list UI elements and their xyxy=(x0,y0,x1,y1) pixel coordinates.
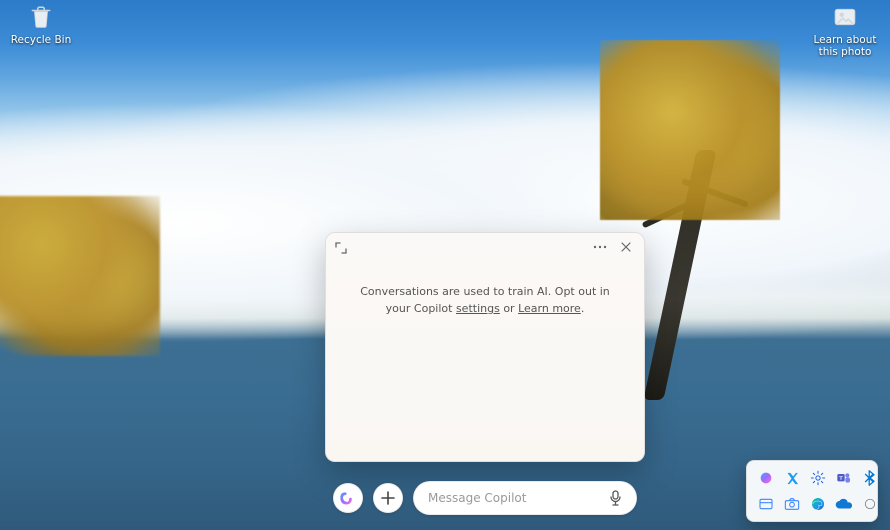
desktop: Recycle Bin Learn about this photo xyxy=(0,0,890,530)
mic-icon xyxy=(609,490,622,506)
expand-button[interactable] xyxy=(332,239,350,257)
wallpaper-tree-left xyxy=(0,196,160,356)
mic-button[interactable] xyxy=(604,487,626,509)
ellipsis-icon xyxy=(593,245,607,249)
tray-settings-icon[interactable] xyxy=(809,469,827,487)
tray-camera-icon[interactable] xyxy=(783,495,801,513)
message-input-container xyxy=(413,481,637,515)
notice-text-2: or xyxy=(500,302,518,315)
notice-text-3: . xyxy=(581,302,585,315)
new-topic-button[interactable] xyxy=(373,483,403,513)
message-input[interactable] xyxy=(428,491,604,505)
settings-link[interactable]: settings xyxy=(456,302,500,315)
close-button[interactable] xyxy=(614,237,638,257)
expand-icon xyxy=(335,242,347,254)
copilot-logo-button[interactable] xyxy=(333,483,363,513)
learn-about-photo-label: Learn about this photo xyxy=(806,34,884,58)
learn-more-link[interactable]: Learn more xyxy=(518,302,581,315)
tray-x-icon[interactable] xyxy=(783,469,801,487)
system-tray-flyout: T xyxy=(746,460,878,522)
copilot-input-row xyxy=(325,476,645,520)
copilot-icon xyxy=(339,489,357,507)
tray-misc-icon[interactable] xyxy=(861,495,879,513)
tray-teams-icon[interactable]: T xyxy=(835,469,853,487)
learn-about-photo-icon[interactable]: Learn about this photo xyxy=(806,2,884,58)
svg-text:T: T xyxy=(839,476,843,482)
tray-screenshot-icon[interactable] xyxy=(757,495,775,513)
more-button[interactable] xyxy=(588,237,612,257)
recycle-bin-label: Recycle Bin xyxy=(6,34,76,46)
tray-bluetooth-icon[interactable] xyxy=(861,469,879,487)
tray-onedrive-icon[interactable] xyxy=(835,495,853,513)
trash-icon xyxy=(26,2,56,32)
tray-copilot-icon[interactable] xyxy=(757,469,775,487)
copilot-titlebar[interactable] xyxy=(326,233,644,261)
plus-icon xyxy=(381,491,395,505)
tray-edge-icon[interactable] xyxy=(809,495,827,513)
recycle-bin-icon[interactable]: Recycle Bin xyxy=(6,2,76,46)
image-info-icon xyxy=(830,2,860,32)
copilot-window: Conversations are used to train AI. Opt … xyxy=(325,232,645,462)
copilot-notice: Conversations are used to train AI. Opt … xyxy=(326,261,644,461)
close-icon xyxy=(621,242,631,252)
